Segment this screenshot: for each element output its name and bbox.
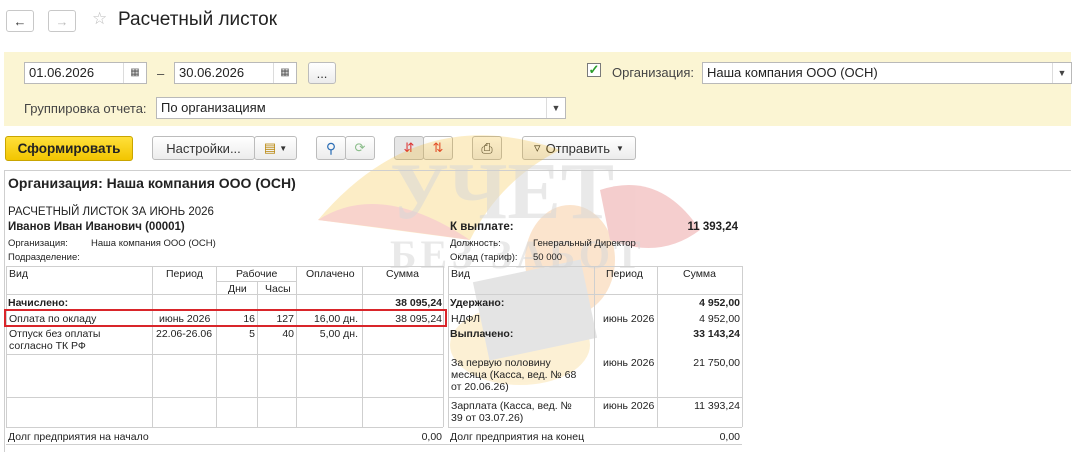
expand-icon: ⇅ xyxy=(432,140,444,155)
debt-end-label: Долг предприятия на конец xyxy=(450,431,585,443)
col-work-header: Рабочие xyxy=(236,268,278,280)
withheld-total: 4 952,00 xyxy=(699,297,740,309)
col-days-header: Дни xyxy=(228,283,247,295)
page-title: Расчетный листок xyxy=(118,9,278,30)
print-button[interactable]: ⎙ xyxy=(472,136,502,160)
col-right-period-header: Период xyxy=(606,268,643,280)
col-hours-header: Часы xyxy=(265,283,291,295)
debt-end-value: 0,00 xyxy=(719,431,740,443)
date-to-field[interactable]: 30.06.2026 ▦ xyxy=(174,62,297,84)
settings-label: Настройки... xyxy=(166,140,241,156)
chevron-down-icon: ▼ xyxy=(616,143,624,153)
date-from-field[interactable]: 01.06.2026 ▦ xyxy=(24,62,147,84)
payment-kind: месяца (Касса, вед. № 68 xyxy=(451,369,577,381)
search-icon: ⚲ xyxy=(325,139,337,156)
variants-button[interactable]: ▤ ▼ xyxy=(254,136,297,160)
send-icon: ▿ xyxy=(534,140,541,155)
position-value: Генеральный Директор xyxy=(533,238,636,249)
chevron-down-icon[interactable]: ▼ xyxy=(1052,63,1071,83)
accrued-label: Начислено: xyxy=(8,297,69,309)
col-paid-header: Оплачено xyxy=(306,268,355,280)
accrual-kind: Отпуск без оплаты xyxy=(9,328,101,340)
organization-select[interactable]: Наша компания ООО (ОСН) ▼ xyxy=(702,62,1072,84)
salary-label: Оклад (тариф): xyxy=(450,252,518,263)
search-next-button[interactable]: ⟳ xyxy=(345,136,375,160)
collapse-groups-button[interactable]: ⇵ xyxy=(394,136,424,160)
send-label: Отправить xyxy=(545,140,611,156)
grouping-select[interactable]: По организациям ▼ xyxy=(156,97,566,119)
payment-kind: Зарплата (Касса, вед. № xyxy=(451,400,572,412)
employee-name: Иванов Иван Иванович (00001) xyxy=(8,221,185,233)
back-button[interactable]: ← xyxy=(6,10,34,32)
payment-kind: 39 от 03.07.26) xyxy=(451,412,524,424)
organization-checkbox[interactable]: ✓ xyxy=(587,63,601,77)
pay-value: 11 393,24 xyxy=(687,221,738,233)
generate-button[interactable]: Сформировать xyxy=(5,136,133,161)
report-title: РАСЧЕТНЫЙ ЛИСТОК ЗА ИЮНЬ 2026 xyxy=(8,206,214,218)
withholding-period: июнь 2026 xyxy=(603,313,655,325)
position-label: Должность: xyxy=(450,238,501,249)
period-select-button[interactable]: ... xyxy=(308,62,336,84)
payment-sum: 21 750,00 xyxy=(693,357,740,369)
expand-groups-button[interactable]: ⇅ xyxy=(423,136,453,160)
forward-button[interactable]: → xyxy=(48,10,76,32)
generate-label: Сформировать xyxy=(17,141,121,156)
grouping-label: Группировка отчета: xyxy=(24,101,147,116)
highlighted-row-frame xyxy=(4,309,447,327)
payment-sum: 11 393,24 xyxy=(694,400,740,412)
col-right-kind-header: Вид xyxy=(451,268,470,280)
settings-button[interactable]: Настройки... xyxy=(152,136,255,160)
send-button[interactable]: ▿ Отправить ▼ xyxy=(522,136,636,160)
col-sum-header: Сумма xyxy=(386,268,419,280)
paid-label: Выплачено: xyxy=(450,328,514,340)
payment-period: июнь 2026 xyxy=(603,400,655,412)
arrow-left-icon: ← xyxy=(13,13,27,29)
organization-value: Наша компания ООО (ОСН) xyxy=(707,65,878,80)
favorite-star-icon[interactable]: ☆ xyxy=(92,9,107,29)
search-refresh-icon: ⟳ xyxy=(354,140,366,155)
org-line-label: Организация: xyxy=(8,238,68,249)
date-separator: – xyxy=(157,66,165,81)
accrual-days: 5 xyxy=(249,328,255,340)
report-org-header: Организация: Наша компания ООО (ОСН) xyxy=(8,175,296,191)
date-from-value: 01.06.2026 xyxy=(29,65,95,80)
period-select-label: ... xyxy=(316,65,328,81)
accrual-kind: согласно ТК РФ xyxy=(9,340,86,352)
organization-label: Организация: xyxy=(612,65,695,80)
search-button[interactable]: ⚲ xyxy=(316,136,346,160)
col-period-header: Период xyxy=(166,268,203,280)
calendar-icon[interactable]: ▦ xyxy=(273,63,296,83)
accrual-paid: 5,00 дн. xyxy=(319,328,358,340)
paid-total: 33 143,24 xyxy=(693,328,740,340)
payment-kind: от 20.06.26) xyxy=(451,381,509,393)
withholding-kind: НДФЛ xyxy=(451,313,480,325)
date-to-value: 30.06.2026 xyxy=(179,65,245,80)
withholding-sum: 4 952,00 xyxy=(699,313,740,325)
pay-label: К выплате: xyxy=(450,221,514,233)
chevron-down-icon: ▼ xyxy=(279,143,288,153)
col-right-sum-header: Сумма xyxy=(683,268,716,280)
col-kind-header: Вид xyxy=(9,268,28,280)
debt-start-label: Долг предприятия на начало xyxy=(8,431,149,443)
calendar-icon[interactable]: ▦ xyxy=(123,63,146,83)
accrual-period: 22.06-26.06 xyxy=(156,328,213,340)
org-line-value: Наша компания ООО (ОСН) xyxy=(91,238,216,249)
payment-period: июнь 2026 xyxy=(603,357,655,369)
clipboard-icon: ▤ xyxy=(263,140,277,155)
grouping-value: По организациям xyxy=(161,100,266,115)
accrued-total: 38 095,24 xyxy=(395,297,442,309)
chevron-down-icon[interactable]: ▼ xyxy=(546,98,565,118)
arrow-right-icon: → xyxy=(55,13,69,29)
payment-kind: За первую половину xyxy=(451,357,551,369)
collapse-icon: ⇵ xyxy=(403,140,415,155)
accrual-hours: 40 xyxy=(282,328,294,340)
debt-start-value: 0,00 xyxy=(421,431,442,443)
dept-label: Подразделение: xyxy=(8,252,80,263)
withheld-label: Удержано: xyxy=(450,297,505,309)
printer-icon: ⎙ xyxy=(481,139,493,156)
salary-value: 50 000 xyxy=(533,252,563,263)
